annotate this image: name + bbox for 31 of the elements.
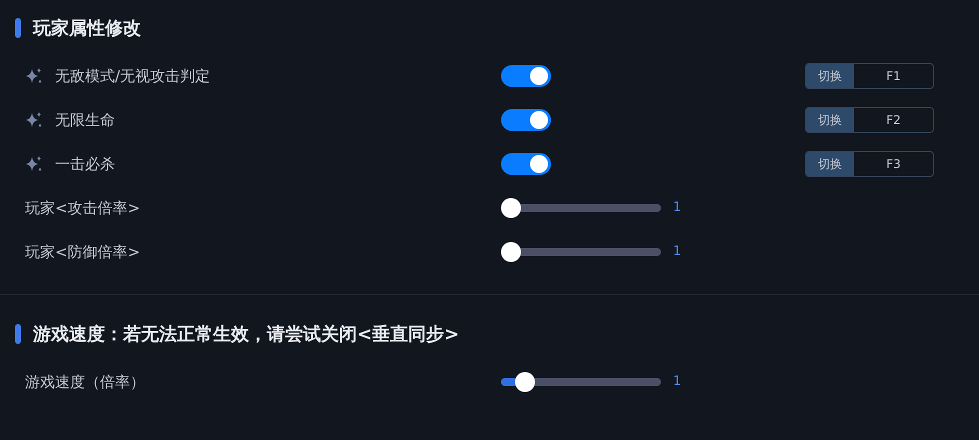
option-label: 一击必杀 <box>55 154 115 175</box>
hotkey-action: 切换 <box>806 64 854 88</box>
option-label: 无限生命 <box>55 110 115 131</box>
toggle-switch[interactable] <box>501 109 551 131</box>
section-title: 游戏速度：若无法正常生效，请尝试关闭<垂直同步> <box>33 322 460 346</box>
section-marker <box>15 324 21 344</box>
sparkle-icon <box>25 111 43 129</box>
hotkey-box[interactable]: 切换 F1 <box>805 63 934 89</box>
section-title: 玩家属性修改 <box>33 16 141 40</box>
hotkey-action: 切换 <box>806 152 854 176</box>
hotkey-key: F2 <box>854 108 933 132</box>
option-label: 玩家<防御倍率> <box>25 243 140 261</box>
toggle-switch[interactable] <box>501 153 551 175</box>
slider-value: 1 <box>673 199 682 218</box>
hotkey-action: 切换 <box>806 108 854 132</box>
hotkey-box[interactable]: 切换 F2 <box>805 107 934 133</box>
slider-value: 1 <box>673 373 682 392</box>
option-label: 无敌模式/无视攻击判定 <box>55 66 210 87</box>
hotkey-box[interactable]: 切换 F3 <box>805 151 934 177</box>
section-marker <box>15 18 21 38</box>
sparkle-icon <box>25 67 43 85</box>
hotkey-key: F3 <box>854 152 933 176</box>
slider-value: 1 <box>673 243 682 262</box>
sparkle-icon <box>25 155 43 173</box>
toggle-switch[interactable] <box>501 65 551 87</box>
slider[interactable] <box>501 372 661 392</box>
option-label: 玩家<攻击倍率> <box>25 199 140 217</box>
hotkey-key: F1 <box>854 64 933 88</box>
slider[interactable] <box>501 198 661 218</box>
option-label: 游戏速度（倍率） <box>25 373 145 391</box>
slider[interactable] <box>501 242 661 262</box>
